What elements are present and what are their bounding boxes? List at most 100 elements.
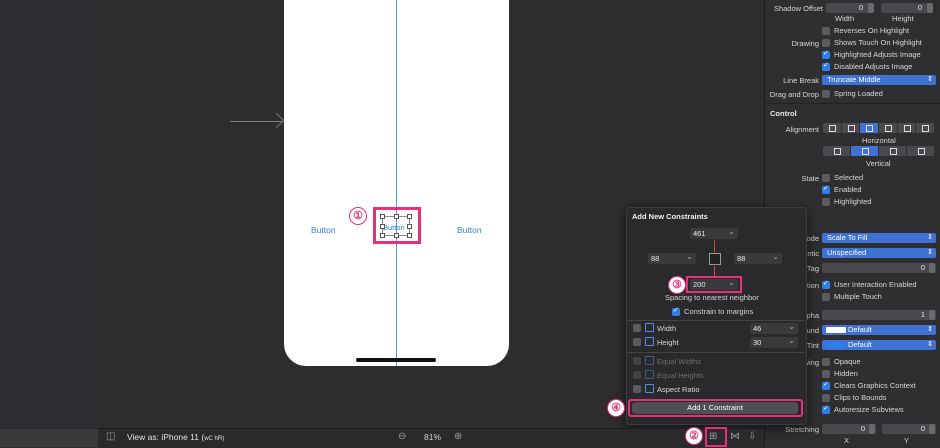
zoom-out-icon[interactable]: ⊖ (398, 431, 406, 442)
opaque-checkbox[interactable] (822, 358, 830, 366)
stretch-y-stepper[interactable] (929, 424, 935, 434)
add-button-highlight (628, 399, 803, 417)
width-label: Width (657, 324, 677, 333)
section-divider (765, 103, 940, 104)
valign-center-icon[interactable] (851, 146, 879, 156)
zoom-in-icon[interactable]: ⊕ (454, 431, 462, 442)
tag-field[interactable]: 0 (822, 263, 936, 273)
equal-widths-label: Equal Widths (657, 357, 702, 366)
constraint-target-square (709, 253, 721, 265)
width-caption: Width (835, 14, 855, 23)
shadow-offset-y-field[interactable]: 0 (881, 3, 933, 13)
valign-bottom-icon[interactable] (879, 146, 907, 156)
resize-handle[interactable] (407, 214, 412, 219)
stretch-y-field[interactable]: 0 (882, 424, 936, 434)
shadow-offset-x-field[interactable]: 0 (826, 3, 874, 13)
vertical-alignment-control[interactable] (823, 146, 935, 156)
align-right-icon[interactable] (879, 123, 898, 133)
shadow-y-stepper[interactable] (927, 3, 933, 13)
outline-filter-bar[interactable] (0, 429, 98, 447)
autoresize-checkbox[interactable] (822, 404, 830, 414)
stretch-x-field[interactable]: 0 (822, 424, 876, 434)
toggle-outline-icon[interactable]: ◫ (106, 431, 115, 442)
alpha-field[interactable]: 1 (822, 310, 936, 320)
step-badge-3: ③ (668, 276, 686, 294)
scene-button-right[interactable]: Button (457, 225, 482, 235)
disabled-adjusts-label: Disabled Adjusts Image (834, 62, 913, 71)
spacing-caption: Spacing to nearest neighbor (665, 293, 759, 302)
align-trailing-icon[interactable] (916, 123, 936, 133)
user-interaction-checkbox[interactable] (822, 279, 830, 289)
semantic-popup[interactable]: Unspecified (822, 248, 936, 258)
trailing-constraint-field[interactable]: 88 (734, 251, 782, 264)
x-caption: X (844, 436, 850, 445)
control-section-title: Control (770, 109, 797, 118)
clips-bounds-checkbox[interactable] (822, 394, 830, 402)
clears-context-label: Clears Graphics Context (834, 381, 916, 390)
height-value-field[interactable]: 30 (750, 335, 798, 348)
reverses-label: Reverses On Highlight (834, 26, 910, 35)
enabled-checkbox[interactable] (822, 184, 830, 194)
spring-loaded-label: Spring Loaded (834, 89, 883, 98)
leading-constraint-field[interactable]: 88 (648, 251, 696, 264)
stretch-x-stepper[interactable] (869, 424, 875, 434)
scene-button-left[interactable]: Button (311, 225, 336, 235)
resize-handle[interactable] (380, 233, 385, 238)
shows-touch-label: Shows Touch On Highlight (834, 38, 922, 47)
embed-in-icon[interactable]: ⇩ (748, 431, 756, 442)
horizontal-alignment-control[interactable] (823, 123, 936, 133)
equal-heights-checkbox[interactable] (633, 371, 641, 379)
equal-widths-checkbox[interactable] (633, 357, 641, 365)
valign-fill-icon[interactable] (907, 146, 935, 156)
content-mode-popup[interactable]: Scale To Fill (822, 233, 936, 243)
height-checkbox[interactable] (633, 338, 641, 346)
opaque-label: Opaque (834, 357, 861, 366)
highlighted-checkbox[interactable] (822, 198, 830, 206)
resize-handle[interactable] (407, 224, 412, 229)
width-value-field[interactable]: 46 (750, 321, 798, 334)
hidden-checkbox[interactable] (822, 370, 830, 378)
spring-loaded-checkbox[interactable] (822, 90, 830, 98)
shows-touch-checkbox[interactable] (822, 39, 830, 47)
alpha-stepper[interactable] (929, 310, 935, 320)
resolve-issues-icon[interactable]: ⋈ (730, 431, 740, 442)
align-center-icon[interactable] (842, 123, 861, 133)
aspect-ratio-checkbox[interactable] (633, 385, 641, 393)
resize-handle[interactable] (407, 233, 412, 238)
view-as-device[interactable]: View as: iPhone 11 (wC hR) (127, 432, 224, 442)
resize-handle[interactable] (394, 233, 399, 238)
selected-button-frame[interactable] (380, 214, 412, 238)
drag-drop-label: Drag and Drop (769, 90, 819, 99)
autoresize-label: Autoresize Subviews (834, 405, 904, 414)
multiple-touch-checkbox[interactable] (822, 293, 830, 301)
line-break-label: Line Break (783, 76, 819, 85)
shadow-x-stepper[interactable] (868, 3, 874, 13)
tag-stepper[interactable] (929, 263, 935, 273)
width-icon (645, 323, 654, 332)
equal-heights-label: Equal Heights (657, 371, 704, 380)
align-leading-icon[interactable] (898, 123, 917, 133)
resize-handle[interactable] (380, 224, 385, 229)
reverses-checkbox[interactable] (822, 27, 830, 35)
resize-handle[interactable] (380, 214, 385, 219)
align-fill-icon[interactable] (860, 123, 880, 133)
constrain-margins-checkbox[interactable] (672, 306, 680, 316)
highlighted-adjusts-checkbox[interactable] (822, 49, 830, 59)
align-left-icon[interactable] (823, 123, 842, 133)
document-outline (0, 0, 99, 447)
line-break-popup[interactable]: Truncate Middle (822, 75, 936, 85)
vertical-caption: Vertical (866, 159, 891, 168)
top-spacing-strut[interactable] (714, 240, 715, 252)
constrain-margins-label: Constrain to margins (684, 307, 754, 316)
highlighted-adjusts-label: Highlighted Adjusts Image (834, 50, 921, 59)
valign-top-icon[interactable] (823, 146, 851, 156)
disabled-adjusts-checkbox[interactable] (822, 61, 830, 71)
zoom-level: 81% (424, 432, 442, 442)
resize-handle[interactable] (394, 214, 399, 219)
selected-checkbox[interactable] (822, 174, 830, 182)
width-checkbox[interactable] (633, 324, 641, 332)
clips-bounds-label: Clips to Bounds (834, 393, 887, 402)
top-constraint-field[interactable]: 461 (690, 226, 738, 239)
step-badge-1: ① (349, 207, 367, 225)
clears-context-checkbox[interactable] (822, 380, 830, 390)
